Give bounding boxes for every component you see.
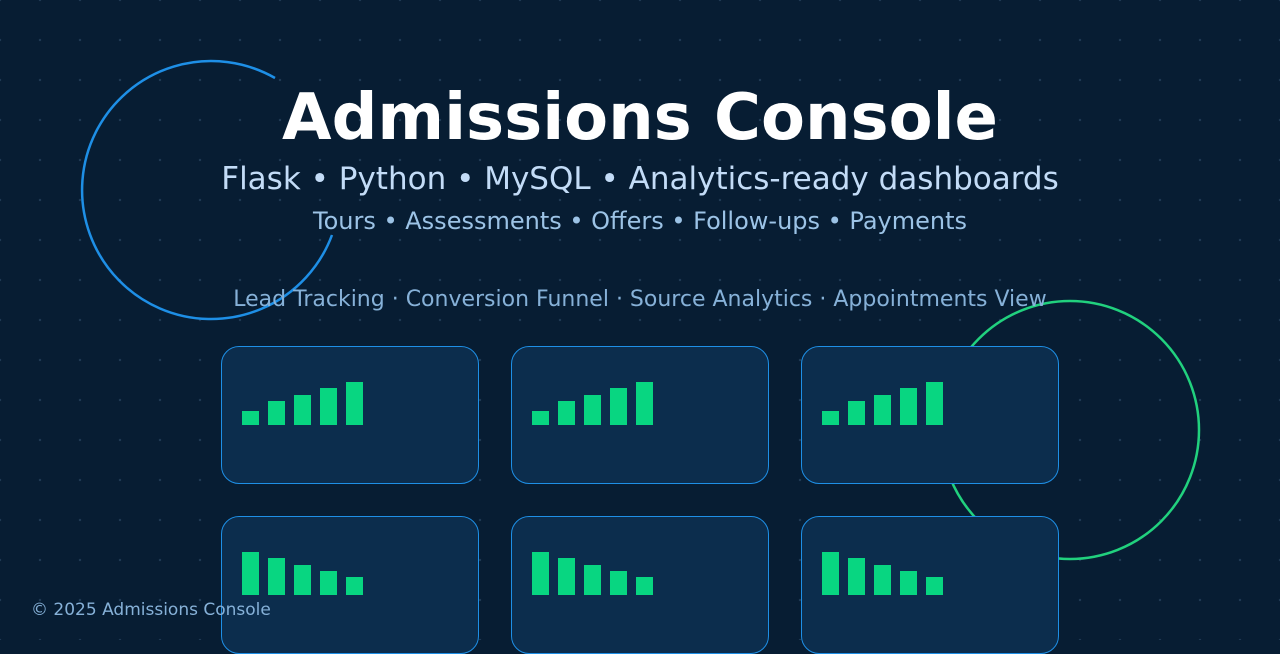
chart-bar <box>610 388 627 425</box>
dashboard-card <box>221 346 479 484</box>
bar-chart-icon <box>532 535 662 595</box>
chart-bar <box>532 411 549 425</box>
bar-chart-icon <box>532 365 662 425</box>
chart-bar <box>636 382 653 425</box>
chart-bar <box>558 558 575 595</box>
chart-bar <box>848 401 865 425</box>
bar-chart-icon <box>822 365 952 425</box>
dashboard-card <box>221 516 479 654</box>
chart-bar <box>822 411 839 425</box>
tech-stack-subtitle: Flask • Python • MySQL • Analytics-ready… <box>221 161 1059 197</box>
features-line: Lead Tracking · Conversion Funnel · Sour… <box>233 287 1047 312</box>
chart-bar <box>874 395 891 425</box>
dashboard-card <box>801 346 1059 484</box>
chart-bar <box>610 571 627 595</box>
bar-chart-icon <box>242 535 372 595</box>
page-title: Admissions Console <box>282 81 998 155</box>
chart-bar <box>268 558 285 595</box>
workflow-subtitle: Tours • Assessments • Offers • Follow-up… <box>313 207 967 235</box>
chart-bar <box>242 552 259 595</box>
chart-bar <box>320 388 337 425</box>
dashboard-card <box>511 516 769 654</box>
chart-bar <box>636 577 653 595</box>
chart-bar <box>346 577 363 595</box>
chart-bar <box>268 401 285 425</box>
chart-bar <box>242 411 259 425</box>
chart-bar <box>584 565 601 595</box>
dashboard-card <box>801 516 1059 654</box>
chart-bar <box>584 395 601 425</box>
chart-bar <box>294 395 311 425</box>
chart-bar <box>346 382 363 425</box>
chart-bar <box>900 571 917 595</box>
dashboard-card <box>511 346 769 484</box>
bar-chart-icon <box>242 365 372 425</box>
bar-chart-icon <box>822 535 952 595</box>
chart-bar <box>874 565 891 595</box>
chart-bar <box>900 388 917 425</box>
chart-bar <box>558 401 575 425</box>
chart-bar <box>320 571 337 595</box>
chart-bar <box>848 558 865 595</box>
chart-bar <box>926 382 943 425</box>
chart-bar <box>926 577 943 595</box>
footer-copyright: © 2025 Admissions Console <box>31 600 271 620</box>
chart-bar <box>532 552 549 595</box>
chart-bar <box>294 565 311 595</box>
chart-bar <box>822 552 839 595</box>
